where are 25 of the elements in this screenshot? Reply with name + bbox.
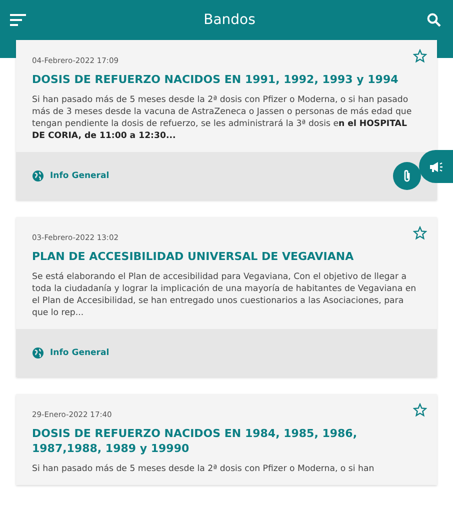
megaphone-icon: [429, 160, 443, 172]
search-icon: [427, 13, 441, 27]
star-icon: [413, 402, 427, 417]
paperclip-icon: [403, 168, 411, 183]
header-title: Bandos: [204, 12, 256, 28]
favorite-button[interactable]: [413, 402, 427, 417]
search-button[interactable]: [425, 11, 443, 29]
announcement-button[interactable]: [419, 150, 453, 183]
star-icon: [413, 49, 427, 63]
star-icon: [413, 226, 427, 240]
post-summary: Si han pasado más de 5 meses desde la 2ª dosis con Pfizer o Moderna, o si han pasado más de 3 meses desde la vacuna de AstraZeneca o Jassen o personas de más edad que tengan pendiente la dosis de refuerzo, se les administrará la 3ª dosis en el HOSPITAL DE CORIA, de 11:00 a 12:30...: [32, 94, 413, 142]
post-summary: Se está elaborando el Plan de accesibilidad para Vegaviana, Con el objetivo de llegar a toda la ciudadanía y lograr la implicación de una mayoría de habitantes de Vegaviana en el Plan de Accesibilidad, se han entregado unos cuestionarios a las Asociaciones, para que lo rep...: [32, 270, 418, 319]
post-summary: Si han pasado más de 5 meses desde la 2ª dosis con Pfizer o Moderna, o si han: [32, 462, 376, 475]
category-label: Info General: [50, 170, 110, 181]
category-label: Info General: [50, 348, 110, 358]
favorite-button[interactable]: [413, 49, 427, 63]
globe-icon: [32, 170, 44, 182]
post-title: PLAN DE ACCESIBILIDAD UNIVERSAL DE VEGAVIANA: [32, 250, 355, 265]
menu-button[interactable]: [8, 11, 28, 29]
post-title: DOSIS DE REFUERZO NACIDOS EN 1991, 1992, 1993 y 1994: [32, 73, 400, 88]
globe-icon: [32, 346, 44, 359]
favorite-button[interactable]: [413, 226, 427, 240]
post-title: DOSIS DE REFUERZO NACIDOS EN 1984, 1985, 1986, 1987,1988, 1989 y 19990: [32, 426, 358, 457]
menu-icon: [10, 13, 26, 27]
attachment-button[interactable]: [393, 162, 421, 190]
